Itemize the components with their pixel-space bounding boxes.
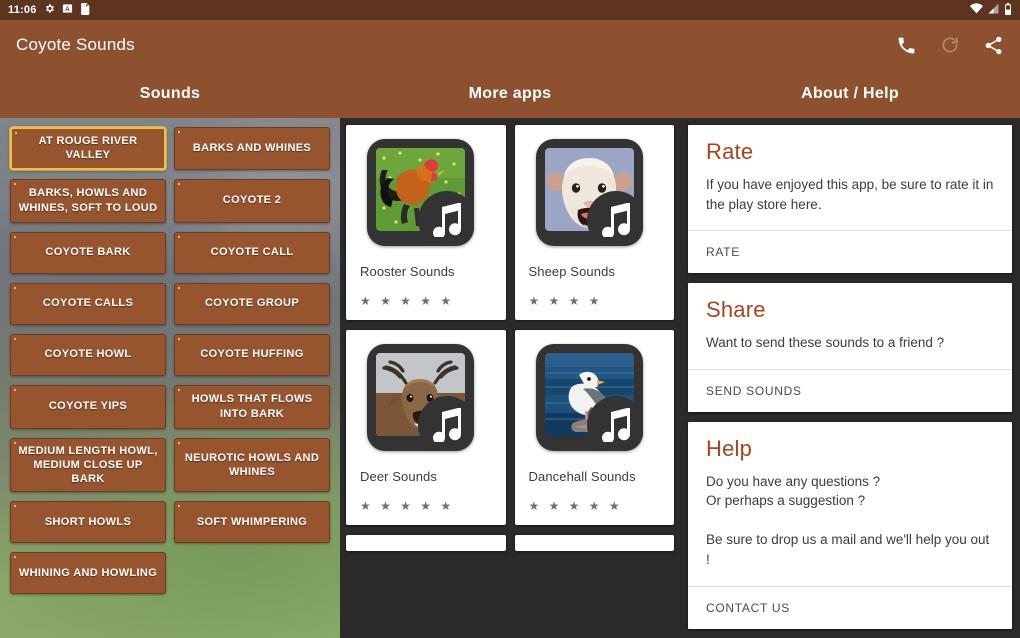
sound-button-coyote-group[interactable]: COYOTE GROUP <box>174 282 330 325</box>
app-icon <box>535 344 643 451</box>
sound-button-coyote-2[interactable]: COYOTE 2 <box>174 178 330 223</box>
sound-button-short-howls[interactable]: SHORT HOWLS <box>10 501 166 544</box>
about-help-panel: Rate If you have enjoyed this app, be su… <box>680 118 1020 638</box>
rate-card: Rate If you have enjoyed this app, be su… <box>688 125 1012 274</box>
more-apps-panel: Rooster Sounds ★ ★ ★ ★ ★ Sheep Sounds ★ … <box>340 118 680 638</box>
sound-button-at-rouge-river-valley[interactable]: AT ROUGE RIVER VALLEY <box>10 127 166 170</box>
sound-button-label: COYOTE HOWL <box>44 348 132 361</box>
sound-button-label: COYOTE BARK <box>45 246 131 259</box>
contact-us-button[interactable]: CONTACT US <box>688 585 1012 629</box>
rate-card-text: If you have enjoyed this app, be sure to… <box>706 177 994 212</box>
share-icon[interactable] <box>983 35 1004 56</box>
rate-card-title: Rate <box>706 139 754 164</box>
sounds-panel: AT ROUGE RIVER VALLEY BARKS AND WHINES B… <box>0 118 340 638</box>
sound-button-label: BARKS, HOWLS AND WHINES, SOFT TO LOUD <box>18 187 158 214</box>
sound-button-label: COYOTE HUFFING <box>200 348 304 361</box>
tab-more-apps[interactable]: More apps <box>340 70 680 118</box>
music-note-icon <box>418 191 474 246</box>
app-card-rating: ★ ★ ★ ★ ★ <box>360 499 455 513</box>
sound-button-label: WHINING AND HOWLING <box>18 567 158 580</box>
sound-button-howls-that-flows-into-bark[interactable]: HOWLS THAT FLOWS INTO BARK <box>174 384 330 429</box>
app-card-next-left[interactable] <box>346 535 506 551</box>
share-card-text: Want to send these sounds to a friend ? <box>706 335 945 351</box>
sound-button-coyote-calls[interactable]: COYOTE CALLS <box>10 282 166 325</box>
sound-button-coyote-yips[interactable]: COYOTE YIPS <box>10 384 166 429</box>
sound-button-label: SHORT HOWLS <box>44 516 132 529</box>
sound-button-label: COYOTE GROUP <box>204 297 300 310</box>
help-card-text: Do you have any questions ? Or perhaps a… <box>706 473 990 567</box>
sound-button-coyote-bark[interactable]: COYOTE BARK <box>10 231 166 274</box>
sound-button-label: COYOTE CALL <box>210 246 294 259</box>
app-card-name: Deer Sounds <box>360 469 437 484</box>
app-card-name: Sheep Sounds <box>528 264 615 279</box>
tab-sounds[interactable]: Sounds <box>0 70 340 118</box>
sound-button-label: NEUROTIC HOWLS AND WHINES <box>184 451 320 479</box>
app-icon <box>535 139 643 246</box>
sound-button-coyote-howl[interactable]: COYOTE HOWL <box>10 333 166 376</box>
app-icon <box>367 139 474 246</box>
tab-bar: Sounds More apps About / Help <box>0 70 1020 118</box>
sound-button-barks-and-whines[interactable]: BARKS AND WHINES <box>174 127 330 170</box>
share-card: Share Want to send these sounds to a fri… <box>688 283 1012 412</box>
status-bar: 11:06 A <box>0 0 1020 20</box>
music-note-icon <box>586 191 643 246</box>
app-card-next-right[interactable] <box>514 535 674 551</box>
sound-button-label: COYOTE YIPS <box>48 400 128 413</box>
app-card-deer-sounds[interactable]: Deer Sounds ★ ★ ★ ★ ★ <box>346 330 506 525</box>
send-sounds-button[interactable]: SEND SOUNDS <box>688 368 1012 412</box>
sound-button-label: MEDIUM LENGTH HOWL, MEDIUM CLOSE UP BARK <box>18 444 158 486</box>
sounds-grid: AT ROUGE RIVER VALLEY BARKS AND WHINES B… <box>0 118 340 603</box>
app-card-rating: ★ ★ ★ ★ ★ <box>528 499 623 513</box>
a-badge-icon: A <box>62 3 73 17</box>
app-card-name: Dancehall Sounds <box>528 469 636 484</box>
sound-button-label: AT ROUGE RIVER VALLEY <box>38 135 138 162</box>
signal-icon <box>988 3 999 17</box>
tab-about-help-label: About / Help <box>801 85 899 102</box>
music-note-icon <box>418 396 474 451</box>
help-card-title: Help <box>706 435 753 461</box>
sound-button-label: COYOTE 2 <box>222 194 282 207</box>
app-card-rating: ★ ★ ★ ★ ★ <box>360 294 455 308</box>
sound-button-medium-length-howl-medium-close-up-bark[interactable]: MEDIUM LENGTH HOWL, MEDIUM CLOSE UP BARK <box>10 437 166 493</box>
app-card-sheep-sounds[interactable]: Sheep Sounds ★ ★ ★ ★ <box>514 125 674 320</box>
sound-button-neurotic-howls-and-whines[interactable]: NEUROTIC HOWLS AND WHINES <box>174 437 330 493</box>
refresh-icon[interactable] <box>940 35 960 55</box>
sound-button-label: HOWLS THAT FLOWS INTO BARK <box>191 393 313 420</box>
sound-button-soft-whimpering[interactable]: SOFT WHIMPERING <box>174 501 330 544</box>
app-card-rooster-sounds[interactable]: Rooster Sounds ★ ★ ★ ★ ★ <box>346 125 506 320</box>
svg-text:A: A <box>65 7 70 13</box>
tab-about-help[interactable]: About / Help <box>680 70 1020 118</box>
more-apps-grid: Rooster Sounds ★ ★ ★ ★ ★ Sheep Sounds ★ … <box>346 125 674 551</box>
app-title: Coyote Sounds <box>16 35 135 54</box>
app-card-name: Rooster Sounds <box>360 264 455 279</box>
app-card-rating: ★ ★ ★ ★ <box>528 294 603 308</box>
wifi-icon <box>970 3 983 17</box>
sound-button-barks-howls-and-whines-soft-to-loud[interactable]: BARKS, HOWLS AND WHINES, SOFT TO LOUD <box>10 178 166 223</box>
content-area: AT ROUGE RIVER VALLEY BARKS AND WHINES B… <box>0 118 1020 638</box>
tab-more-apps-label: More apps <box>468 85 552 102</box>
sound-button-label: SOFT WHIMPERING <box>196 516 308 529</box>
sound-button-whining-and-howling[interactable]: WHINING AND HOWLING <box>10 552 166 595</box>
app-bar: Coyote Sounds <box>0 20 1020 70</box>
sound-button-coyote-huffing[interactable]: COYOTE HUFFING <box>174 333 330 376</box>
battery-icon <box>1004 2 1012 18</box>
help-card: Help Do you have any questions ? Or perh… <box>688 421 1012 629</box>
gear-icon <box>44 3 55 17</box>
app-icon <box>367 344 474 451</box>
sound-button-coyote-call[interactable]: COYOTE CALL <box>174 231 330 274</box>
status-clock: 11:06 <box>8 4 37 16</box>
sound-button-label: COYOTE CALLS <box>42 297 134 310</box>
sdcard-icon <box>80 2 91 18</box>
app-card-dancehall-sounds[interactable]: Dancehall Sounds ★ ★ ★ ★ ★ <box>514 330 674 525</box>
share-card-title: Share <box>706 297 766 323</box>
rate-button[interactable]: RATE <box>688 230 1012 273</box>
music-note-icon <box>586 396 643 451</box>
sound-button-label: BARKS AND WHINES <box>192 142 312 155</box>
phone-icon[interactable] <box>896 35 917 56</box>
tab-sounds-label: Sounds <box>139 85 201 102</box>
